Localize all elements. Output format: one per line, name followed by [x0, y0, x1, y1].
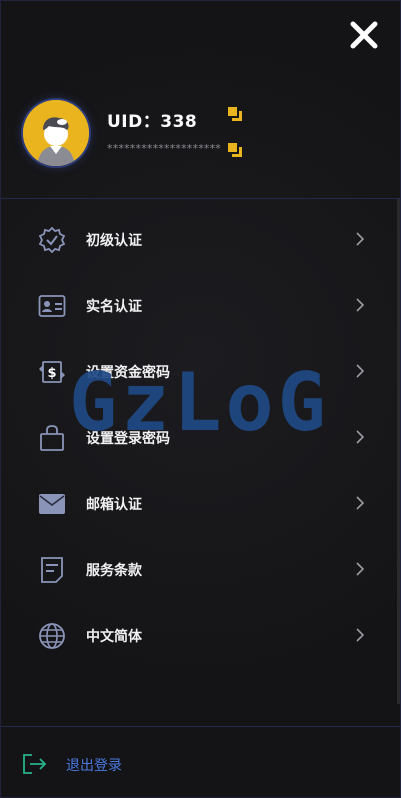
- logout-label: 退出登录: [66, 758, 122, 774]
- menu-item-real-name-verification[interactable]: 实名认证: [1, 271, 400, 337]
- globe-icon: [37, 621, 67, 651]
- side-drawer: UID：338 ******************** 初级认证 实名认证 $…: [0, 0, 401, 798]
- menu-item-basic-verification[interactable]: 初级认证: [1, 205, 400, 271]
- menu-item-label: 服务条款: [86, 563, 142, 579]
- scrollbar[interactable]: [397, 199, 400, 704]
- money-exchange-icon: $: [37, 357, 67, 387]
- menu-item-label: 邮箱认证: [86, 497, 142, 513]
- chevron-right-icon: [356, 562, 364, 576]
- chevron-right-icon: [356, 298, 364, 312]
- avatar[interactable]: [23, 100, 89, 166]
- profile-header: UID：338 ********************: [23, 100, 383, 170]
- mail-icon: [37, 489, 67, 519]
- menu-item-label: 设置登录密码: [86, 431, 170, 447]
- chevron-right-icon: [356, 628, 364, 642]
- uid-label: UID：338: [107, 112, 198, 132]
- menu-item-terms-of-service[interactable]: 服务条款: [1, 535, 400, 601]
- chevron-right-icon: [356, 232, 364, 246]
- menu-item-email-verification[interactable]: 邮箱认证: [1, 469, 400, 535]
- menu-item-label: 初级认证: [86, 233, 142, 249]
- chevron-right-icon: [356, 496, 364, 510]
- logout-button[interactable]: 退出登录: [1, 739, 400, 789]
- close-icon[interactable]: [348, 19, 380, 51]
- divider-bottom: [1, 726, 400, 727]
- menu-item-language[interactable]: 中文简体: [1, 601, 400, 667]
- menu-item-label: 设置资金密码: [86, 365, 170, 381]
- logout-icon: [23, 754, 47, 774]
- lock-bag-icon: [37, 423, 67, 453]
- menu-item-label: 实名认证: [86, 299, 142, 315]
- menu-item-login-password[interactable]: 设置登录密码: [1, 403, 400, 469]
- svg-text:$: $: [47, 366, 56, 381]
- chevron-right-icon: [356, 430, 364, 444]
- id-card-icon: [37, 291, 67, 321]
- menu-item-fund-password[interactable]: $ 设置资金密码: [1, 337, 400, 403]
- masked-secret: ********************: [107, 142, 221, 155]
- menu-list: 初级认证 实名认证 $ 设置资金密码 设置登录密码 邮箱认证 服务条款 中文简体: [1, 205, 400, 667]
- divider-top: [1, 198, 400, 199]
- chevron-right-icon: [356, 364, 364, 378]
- menu-item-label: 中文简体: [86, 629, 142, 645]
- copy-uid-icon[interactable]: [227, 106, 243, 122]
- verified-badge-icon: [37, 225, 67, 255]
- user-avatar-icon: [23, 100, 89, 166]
- copy-secret-icon[interactable]: [227, 142, 243, 158]
- document-icon: [37, 555, 67, 585]
